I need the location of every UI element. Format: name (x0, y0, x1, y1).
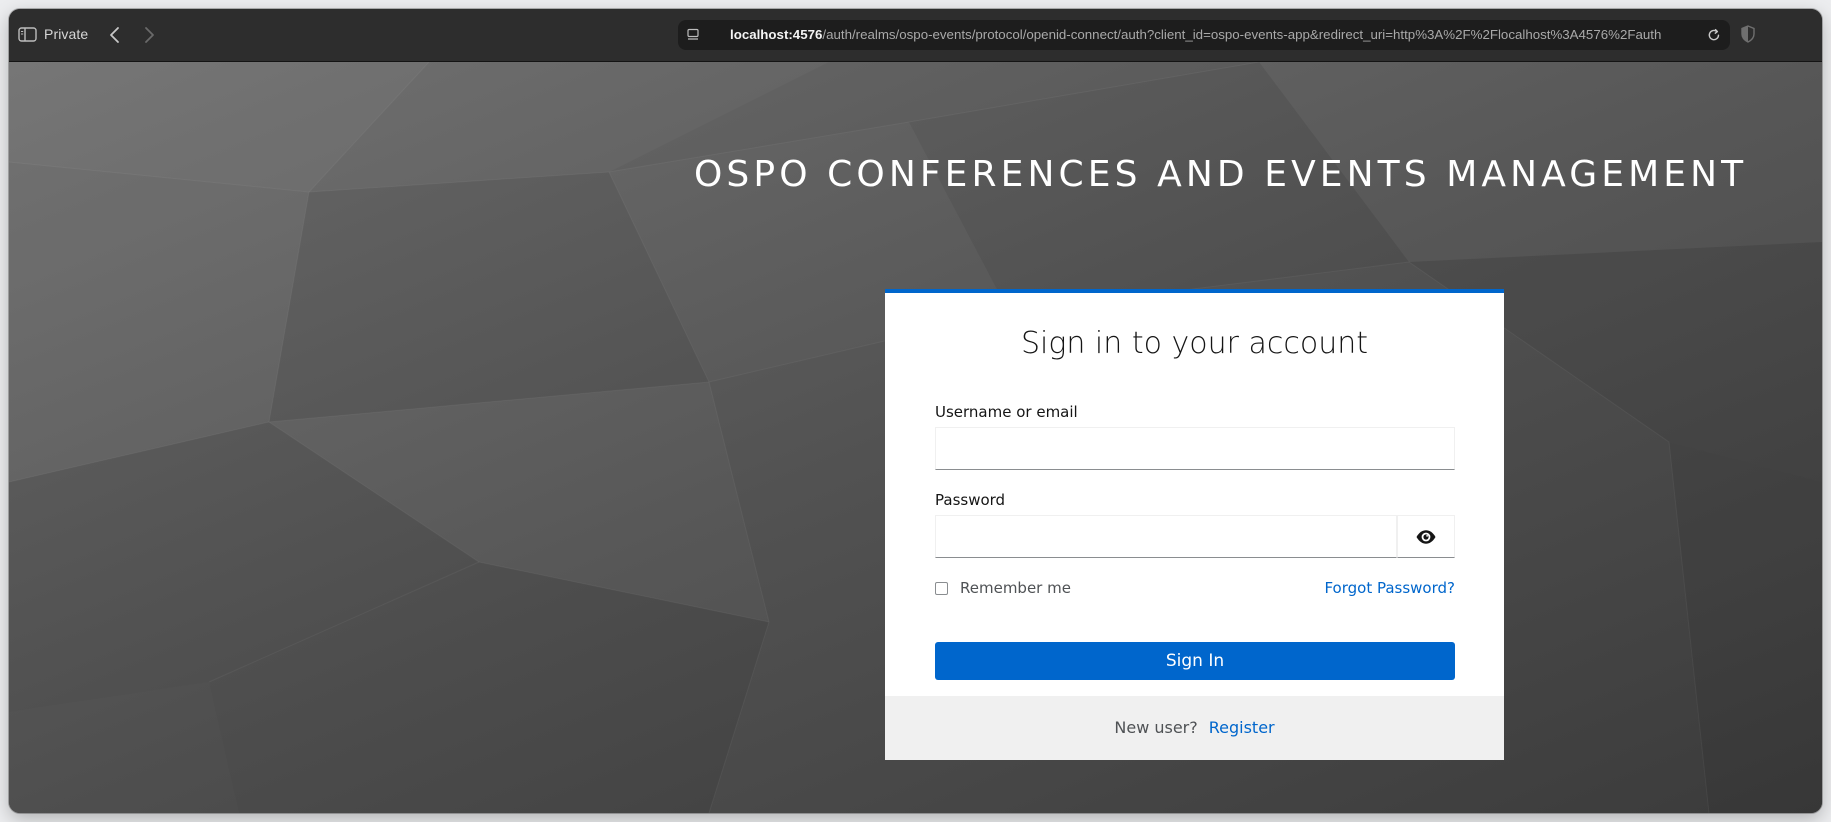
new-user-text: New user? (1114, 718, 1198, 737)
login-card: Sign in to your account Username or emai… (885, 289, 1504, 760)
browser-toolbar: Private localhost:4576/auth/realms/ospo-… (9, 9, 1822, 62)
remember-me-checkbox[interactable] (935, 582, 948, 595)
login-title: Sign in to your account (1021, 326, 1368, 361)
chevron-right-icon[interactable] (139, 23, 159, 47)
password-label: Password (935, 491, 1006, 509)
login-footer: New user? Register (885, 696, 1504, 760)
forgot-password-link[interactable]: Forgot Password? (1324, 579, 1455, 597)
sidebar-icon[interactable] (17, 25, 39, 45)
url-host: localhost:4576 (730, 27, 823, 42)
page-icon (686, 28, 702, 42)
private-label: Private (44, 26, 89, 42)
url-text[interactable]: localhost:4576/auth/realms/ospo-events/p… (730, 27, 1694, 43)
browser-window: Private localhost:4576/auth/realms/ospo-… (9, 9, 1822, 813)
eye-icon (1416, 529, 1436, 544)
username-input[interactable] (935, 427, 1455, 470)
page-content: OSPO CONFERENCES AND EVENTS MANAGEMENT S… (9, 62, 1822, 813)
url-path: /auth/realms/ospo-events/protocol/openid… (822, 27, 1662, 42)
reload-icon[interactable] (1706, 27, 1722, 43)
username-label: Username or email (935, 403, 1078, 421)
address-bar[interactable]: localhost:4576/auth/realms/ospo-events/p… (678, 20, 1730, 50)
remember-me-label[interactable]: Remember me (960, 579, 1071, 597)
show-password-button[interactable] (1397, 515, 1455, 558)
brand-title: OSPO CONFERENCES AND EVENTS MANAGEMENT (694, 154, 1748, 195)
register-link[interactable]: Register (1209, 718, 1275, 737)
chevron-left-icon[interactable] (105, 23, 125, 47)
shield-icon[interactable] (1740, 24, 1756, 44)
sign-in-button[interactable]: Sign In (935, 642, 1455, 680)
password-input[interactable] (935, 515, 1397, 558)
